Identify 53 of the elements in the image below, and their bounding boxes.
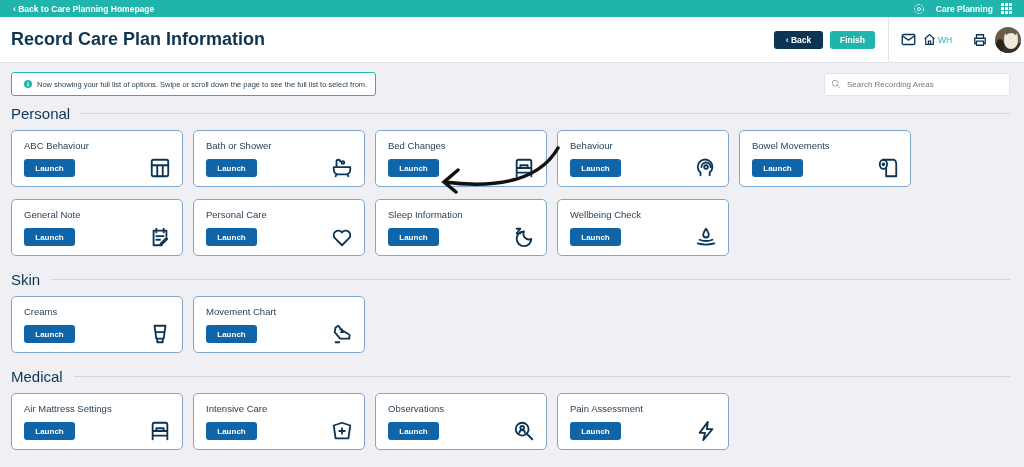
water-drop-icon	[695, 226, 717, 248]
launch-button[interactable]: Launch	[24, 325, 75, 343]
launch-button[interactable]: Launch	[24, 228, 75, 246]
launch-button[interactable]: Launch	[206, 228, 257, 246]
back-button[interactable]: ‹ Back	[774, 30, 823, 49]
search-icon	[831, 78, 841, 89]
bed-icon	[149, 420, 171, 442]
section-heading: Medical	[11, 367, 63, 385]
toilet-roll-icon	[877, 157, 899, 179]
card-title: Bed Changes	[388, 140, 447, 151]
card-title: Bowel Movements	[752, 140, 831, 151]
table-icon	[149, 157, 171, 179]
launch-button[interactable]: Launch	[206, 422, 257, 440]
card-title: Sleep Information	[388, 209, 464, 220]
card-title: Observations	[388, 403, 445, 414]
card-title: General Note	[24, 209, 82, 220]
search-field[interactable]: Search Recording Areas	[824, 72, 1010, 96]
card-title: Creams	[24, 306, 59, 317]
launch-button[interactable]: Launch	[24, 159, 75, 177]
launch-button[interactable]: Launch	[388, 159, 439, 177]
launch-button[interactable]: Launch	[206, 325, 257, 343]
launch-button[interactable]: Launch	[206, 159, 257, 177]
launch-button[interactable]: Launch	[570, 422, 621, 440]
medical-cross-icon	[331, 420, 353, 442]
launch-button[interactable]: Launch	[570, 228, 621, 246]
launch-button[interactable]: Launch	[570, 159, 621, 177]
bed-icon	[513, 157, 535, 179]
search-person-icon	[513, 420, 535, 442]
card-title: Wellbeing Check	[570, 209, 643, 220]
card-title: Air Mattress Settings	[24, 403, 113, 414]
apps-grid-icon[interactable]	[1001, 3, 1012, 14]
info-icon	[24, 80, 32, 88]
launch-button[interactable]: Launch	[24, 422, 75, 440]
card-title: Personal Care	[206, 209, 268, 220]
launch-button[interactable]: Launch	[388, 228, 439, 246]
mail-icon[interactable]	[901, 33, 916, 46]
page-title: Record Care Plan Information	[11, 29, 267, 50]
card-title: Movement Chart	[206, 306, 278, 317]
card-title: ABC Behaviour	[24, 140, 90, 151]
card-title: Pain Assessment	[570, 403, 644, 414]
card-title: Bath or Shower	[206, 140, 273, 151]
home-icon[interactable]	[923, 33, 936, 46]
section-heading: Skin	[11, 270, 41, 288]
card-title: Intensive Care	[206, 403, 269, 414]
moon-icon	[513, 226, 535, 248]
card-title: Behaviour	[570, 140, 614, 151]
location-code: WH	[938, 34, 953, 45]
printer-icon[interactable]	[973, 32, 988, 47]
launch-button[interactable]: Launch	[388, 422, 439, 440]
section-heading: Personal	[11, 104, 71, 122]
bathtub-icon	[331, 157, 353, 179]
app-name: Care Planning	[935, 3, 993, 14]
launch-button[interactable]: Launch	[752, 159, 803, 177]
